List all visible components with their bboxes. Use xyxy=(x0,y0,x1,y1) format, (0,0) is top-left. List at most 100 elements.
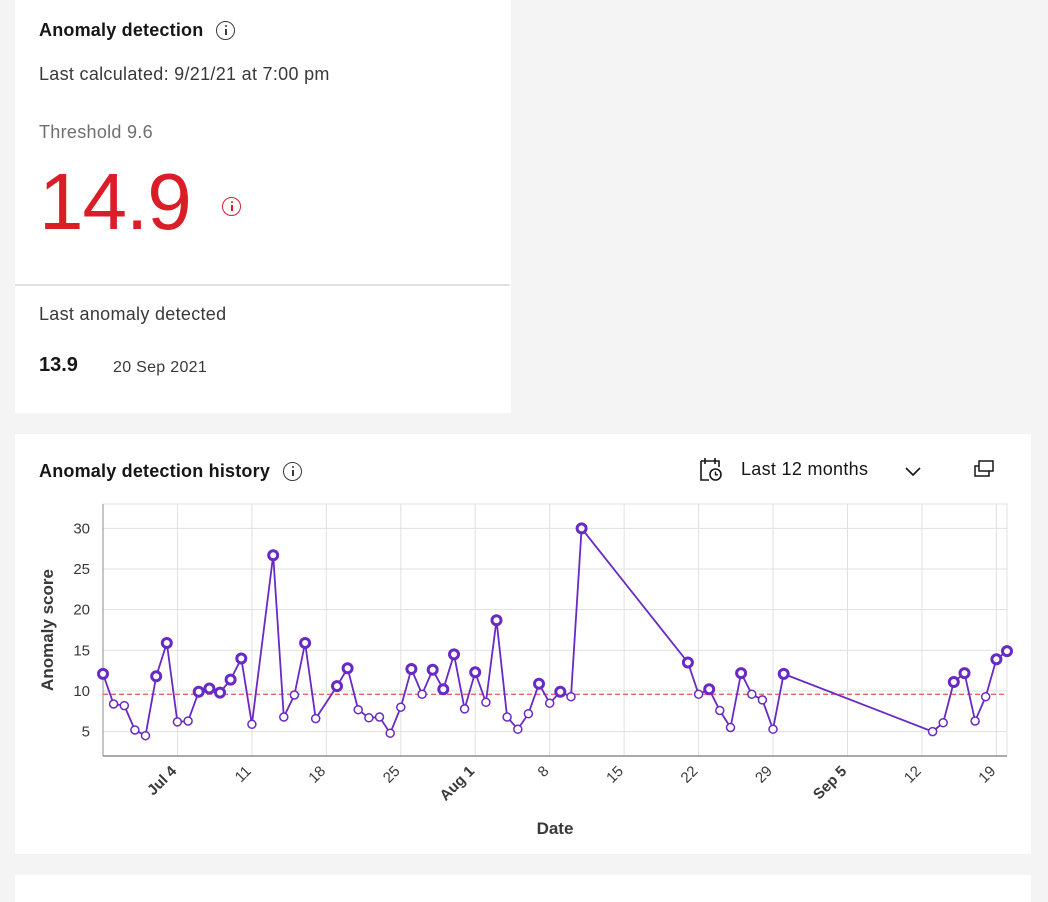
last-anomaly-value: 13.9 xyxy=(39,354,78,376)
data-point-2021-08-05[interactable] xyxy=(513,724,523,734)
x-tick-label-2021-07-18: 18 xyxy=(305,763,329,787)
data-point-2021-08-10[interactable] xyxy=(566,691,576,702)
y-tick-label-5: 5 xyxy=(82,724,90,741)
data-point-2021-09-16[interactable] xyxy=(958,667,971,680)
plot-frame xyxy=(102,503,1008,757)
anomaly-history-card: Anomaly detection history Last 12 months… xyxy=(15,434,1031,854)
data-point-2021-08-07[interactable] xyxy=(533,677,545,690)
data-point-2021-07-05[interactable] xyxy=(183,716,193,726)
y-tick-label-20: 20 xyxy=(73,602,90,619)
data-point-2021-08-21[interactable] xyxy=(681,656,694,669)
data-point-2021-07-07[interactable] xyxy=(203,682,216,695)
data-point-2021-07-21[interactable] xyxy=(353,704,363,715)
data-point-2021-09-19[interactable] xyxy=(990,653,1003,666)
data-point-2021-07-10[interactable] xyxy=(235,652,248,665)
data-points xyxy=(97,522,1013,741)
data-point-2021-07-09[interactable] xyxy=(224,673,237,686)
data-point-2021-07-01[interactable] xyxy=(140,730,151,741)
data-point-2021-07-13[interactable] xyxy=(267,549,280,562)
y-tick-label-10: 10 xyxy=(73,683,90,700)
current-anomaly-score: 14.9 xyxy=(39,157,192,246)
last-anomaly-label: Last anomaly detected xyxy=(39,304,227,324)
data-point-2021-07-11[interactable] xyxy=(247,719,257,730)
x-axis-ticks: Jul 4 11 18 25 Aug 1 8 15 22 29 Sep 5 12 19 xyxy=(144,762,999,804)
y-axis-ticks: 5 10 15 20 25 30 xyxy=(73,520,90,740)
data-point-2021-09-14[interactable] xyxy=(938,717,948,728)
data-point-2021-08-09[interactable] xyxy=(554,685,567,698)
last-calculated-text: Last calculated: 9/21/21 at 7:00 pm xyxy=(39,64,330,84)
data-point-2021-07-26[interactable] xyxy=(405,663,418,675)
data-point-2021-07-02[interactable] xyxy=(150,670,163,683)
x-axis-label: Date xyxy=(537,819,574,838)
data-point-2021-07-24[interactable] xyxy=(385,728,395,738)
data-point-2021-08-27[interactable] xyxy=(747,689,757,699)
data-point-2021-07-29[interactable] xyxy=(437,683,450,696)
data-point-2021-06-27[interactable] xyxy=(97,667,109,680)
y-tick-label-15: 15 xyxy=(73,642,90,659)
data-point-2021-09-15[interactable] xyxy=(947,676,960,688)
data-point-2021-08-23[interactable] xyxy=(703,683,716,696)
info-icon[interactable] xyxy=(216,21,236,40)
x-tick-label-2021-09-19: 19 xyxy=(975,763,999,787)
data-point-2021-08-28[interactable] xyxy=(757,695,768,705)
y-tick-label-25: 25 xyxy=(73,561,90,578)
data-point-2021-09-18[interactable] xyxy=(980,691,991,702)
data-point-2021-07-15[interactable] xyxy=(289,690,300,700)
score-warning-info-icon[interactable] xyxy=(222,197,241,216)
data-point-2021-08-26[interactable] xyxy=(735,667,748,680)
data-point-2021-07-20[interactable] xyxy=(341,662,354,675)
data-point-2021-07-31[interactable] xyxy=(459,704,470,714)
data-point-2021-08-25[interactable] xyxy=(725,722,736,733)
data-point-2021-06-28[interactable] xyxy=(108,699,119,709)
x-tick-label-2021-07-04: Jul 4 xyxy=(144,762,181,799)
data-point-2021-07-23[interactable] xyxy=(374,712,385,722)
x-tick-label-2021-08-08: 8 xyxy=(535,763,553,781)
data-point-2021-09-20[interactable] xyxy=(1001,645,1013,658)
x-tick-label-2021-08-01: Aug 1 xyxy=(437,763,478,804)
x-tick-label-2021-08-15: 15 xyxy=(603,763,627,787)
data-point-2021-07-30[interactable] xyxy=(448,648,460,661)
data-point-2021-08-08[interactable] xyxy=(544,698,555,708)
data-point-2021-08-02[interactable] xyxy=(481,697,491,708)
last-anomaly-card: Last anomaly detected 13.9 20 Sep 2021 xyxy=(15,286,511,413)
data-point-2021-07-03[interactable] xyxy=(160,637,173,649)
anomaly-history-chart: 5 10 15 20 25 30 Jul 4 11 18 25 Aug 1 8 15 22 29 Sep 5… xyxy=(38,503,1013,838)
y-tick-label-30: 30 xyxy=(73,520,90,537)
x-tick-label-2021-08-29: 29 xyxy=(752,763,776,787)
anomaly-detection-header: Anomaly detection xyxy=(39,20,236,41)
x-tick-label-2021-07-25: 25 xyxy=(380,763,404,787)
x-tick-label-2021-09-05: Sep 5 xyxy=(810,763,850,803)
data-point-2021-07-08[interactable] xyxy=(214,686,226,699)
anomaly-detection-card: Anomaly detection Last calculated: 9/21/… xyxy=(15,0,511,284)
data-point-2021-07-25[interactable] xyxy=(396,702,406,712)
threshold-label: Threshold 9.6 xyxy=(39,122,153,142)
data-point-2021-08-01[interactable] xyxy=(469,666,482,679)
data-point-2021-08-24[interactable] xyxy=(715,705,725,716)
data-point-2021-08-06[interactable] xyxy=(523,708,534,719)
data-point-2021-07-28[interactable] xyxy=(426,663,439,676)
data-point-2021-07-06[interactable] xyxy=(192,685,205,698)
data-point-2021-07-17[interactable] xyxy=(310,713,321,724)
data-point-2021-08-04[interactable] xyxy=(502,712,512,722)
data-point-2021-06-30[interactable] xyxy=(130,725,140,735)
x-tick-label-2021-07-11: 11 xyxy=(232,763,255,786)
data-point-2021-07-19[interactable] xyxy=(331,680,343,693)
data-point-2021-07-22[interactable] xyxy=(364,713,374,723)
last-anomaly-date: 20 Sep 2021 xyxy=(113,359,208,376)
chart-grid xyxy=(102,503,1008,757)
data-point-2021-07-27[interactable] xyxy=(417,689,427,699)
data-point-2021-08-29[interactable] xyxy=(768,724,778,734)
data-point-2021-08-03[interactable] xyxy=(490,614,503,627)
anomaly-detection-title: Anomaly detection xyxy=(39,20,204,40)
data-point-2021-07-16[interactable] xyxy=(299,637,312,649)
data-point-2021-08-11[interactable] xyxy=(575,522,588,535)
data-point-2021-06-29[interactable] xyxy=(119,700,130,711)
x-tick-label-2021-09-12: 12 xyxy=(901,763,925,787)
data-point-2021-07-04[interactable] xyxy=(172,717,183,727)
y-axis-label: Anomaly score xyxy=(38,569,57,691)
data-point-2021-09-13[interactable] xyxy=(927,726,938,737)
data-point-2021-07-14[interactable] xyxy=(279,712,289,722)
data-point-2021-08-30[interactable] xyxy=(777,667,790,680)
data-point-2021-08-22[interactable] xyxy=(693,689,704,699)
data-point-2021-09-17[interactable] xyxy=(970,716,980,726)
